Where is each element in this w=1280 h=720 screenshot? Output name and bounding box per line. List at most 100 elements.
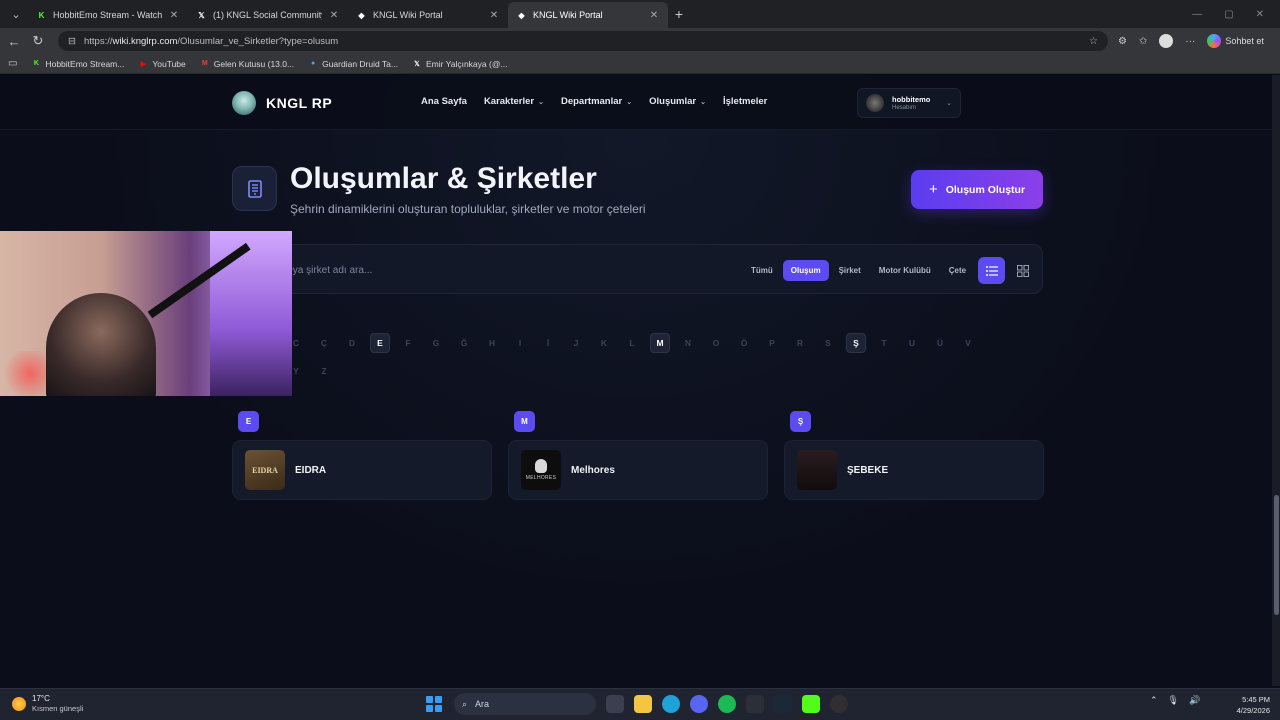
reload-button[interactable]: ↻ [26,33,50,49]
start-button[interactable] [424,694,444,714]
sidebar-toggle-icon[interactable]: ▭ [8,58,17,69]
minimize-icon[interactable]: — [1192,9,1202,20]
nav-item[interactable]: İşletmeler [723,96,767,107]
alphabet-letter[interactable]: V [958,333,978,353]
alphabet-letter[interactable]: L [622,333,642,353]
clock[interactable]: 5:45 PM 4/29/2026 [1228,694,1270,716]
alphabet-letter[interactable]: J [566,333,586,353]
tray-expand-icon[interactable]: ⌃ [1150,695,1158,706]
bookmark-label: Emir Yalçınkaya (@... [426,58,508,69]
alphabet-letter[interactable]: R [790,333,810,353]
edge-icon[interactable] [662,695,680,713]
profile-avatar[interactable] [1159,34,1174,48]
site-info-icon[interactable]: ⊟ [68,36,76,47]
organization-card[interactable]: EIDRA EIDRA [232,440,492,500]
browser-tab[interactable]: ◆ KNGL Wiki Portal ✕ [508,2,668,28]
clock-date: 4/29/2026 [1236,706,1270,715]
more-menu-icon[interactable]: ··· [1185,36,1195,47]
alphabet-letter[interactable]: Ç [314,333,334,353]
bookmark-item[interactable]: M Gelen Kutusu (13.0... [200,59,294,69]
nav-item[interactable]: Karakterler ⌄ [484,96,544,107]
favorite-star-icon[interactable]: ☆ [1089,36,1098,47]
site-logo[interactable]: KNGL RP [232,91,332,115]
filter-button[interactable]: Oluşum [782,259,829,281]
create-organization-button[interactable]: + Oluşum Oluştur [911,170,1043,209]
filter-button[interactable]: Şirket [831,260,869,281]
favorites-icon[interactable]: ✩ [1139,36,1147,47]
nav-item[interactable]: Oluşumlar ⌄ [649,96,706,107]
bookmark-item[interactable]: K HobbitEmo Stream... [31,59,124,69]
alphabet-letter[interactable]: K [594,333,614,353]
brand-logo-icon [232,91,256,115]
spotify-icon[interactable] [718,695,736,713]
chevron-down-icon: ⌄ [946,100,952,107]
alphabet-letter[interactable]: T [874,333,894,353]
organization-card[interactable]: MELHORES Melhores [508,440,768,500]
grid-view-button[interactable] [1009,257,1036,284]
filter-button[interactable]: Çete [941,260,974,281]
bookmark-item[interactable]: ● Guardian Druid Ta... [308,59,398,69]
search-input[interactable] [245,255,685,285]
alphabet-letter[interactable]: S [818,333,838,353]
bookmark-item[interactable]: ▶ YouTube [138,59,186,69]
page-subtitle: Şehrin dinamiklerini oluşturan toplulukl… [290,202,646,216]
taskbar-search[interactable]: ⌕ Ara [454,693,596,715]
close-window-icon[interactable]: ✕ [1256,9,1264,20]
browser-tab[interactable]: 𝕏 (1) KNGL Social Community / X ✕ [188,2,348,28]
alphabet-letter[interactable]: H [482,333,502,353]
tab-list-button[interactable]: ⌄ [4,4,28,24]
alphabet-letter[interactable]: F [398,333,418,353]
browser-tab[interactable]: ◆ KNGL Wiki Portal ✕ [348,2,508,28]
microphone-icon[interactable]: 🎙 [1168,695,1179,706]
scrollbar-thumb[interactable] [1274,495,1279,615]
alphabet-letter[interactable]: D [342,333,362,353]
weather-widget[interactable]: 17°C Kısmen güneşli [12,694,83,714]
alphabet-letter[interactable]: Ş [846,333,866,353]
steam-icon[interactable] [774,695,792,713]
page-scrollbar[interactable] [1272,75,1280,686]
obs-icon[interactable] [830,695,848,713]
alphabet-letter[interactable]: M [650,333,670,353]
bookmark-item[interactable]: 𝕏 Emir Yalçınkaya (@... [412,58,508,69]
terminal-icon[interactable] [746,695,764,713]
alphabet-letter[interactable]: Ü [930,333,950,353]
file-explorer-icon[interactable] [634,695,652,713]
copilot-button[interactable]: Sohbet et [1207,34,1264,48]
volume-icon[interactable]: 🔊 [1189,695,1200,706]
weather-temp: 17°C [32,694,50,703]
alphabet-letter[interactable]: O [706,333,726,353]
alphabet-letter[interactable]: I [510,333,530,353]
close-tab-icon[interactable]: ✕ [648,10,660,21]
filter-button[interactable]: Tümü [743,260,781,281]
organization-logo [797,450,837,490]
new-tab-button[interactable]: + [668,6,690,22]
alphabet-letter[interactable]: İ [538,333,558,353]
list-view-button[interactable] [978,257,1005,284]
nav-item[interactable]: Ana Sayfa [421,96,467,107]
browser-tab-strip: ⌄ K HobbitEmo Stream - Watch Live o ✕ 𝕏 (1) … [0,0,1280,28]
discord-icon[interactable] [690,695,708,713]
nav-item[interactable]: Departmanlar ⌄ [561,96,632,107]
extensions-icon[interactable]: ⚙ [1118,36,1127,47]
alphabet-letter[interactable]: P [762,333,782,353]
kick-icon[interactable] [802,695,820,713]
task-view-icon[interactable] [606,695,624,713]
back-button[interactable]: ← [2,34,26,49]
close-tab-icon[interactable]: ✕ [328,10,340,21]
alphabet-letter[interactable]: N [678,333,698,353]
alphabet-letter[interactable]: U [902,333,922,353]
filter-button[interactable]: Motor Kulübü [871,260,939,281]
organization-card[interactable]: ŞEBEKE [784,440,1044,500]
alphabet-letter[interactable]: Ğ [454,333,474,353]
alphabet-letter[interactable]: Ö [734,333,754,353]
alphabet-letter[interactable]: Z [314,361,334,381]
organization-logo-text: MELHORES [525,475,557,481]
url-field[interactable]: ⊟ https://wiki.knglrp.com/Olusumlar_ve_S… [58,31,1108,51]
alphabet-letter[interactable]: E [370,333,390,353]
browser-tab[interactable]: K HobbitEmo Stream - Watch Live o ✕ [28,2,188,28]
user-menu-button[interactable]: hobbitemo Hesabım ⌄ [857,88,961,118]
close-tab-icon[interactable]: ✕ [168,10,180,21]
alphabet-letter[interactable]: G [426,333,446,353]
maximize-icon[interactable]: ▢ [1224,9,1233,20]
close-tab-icon[interactable]: ✕ [488,10,500,21]
